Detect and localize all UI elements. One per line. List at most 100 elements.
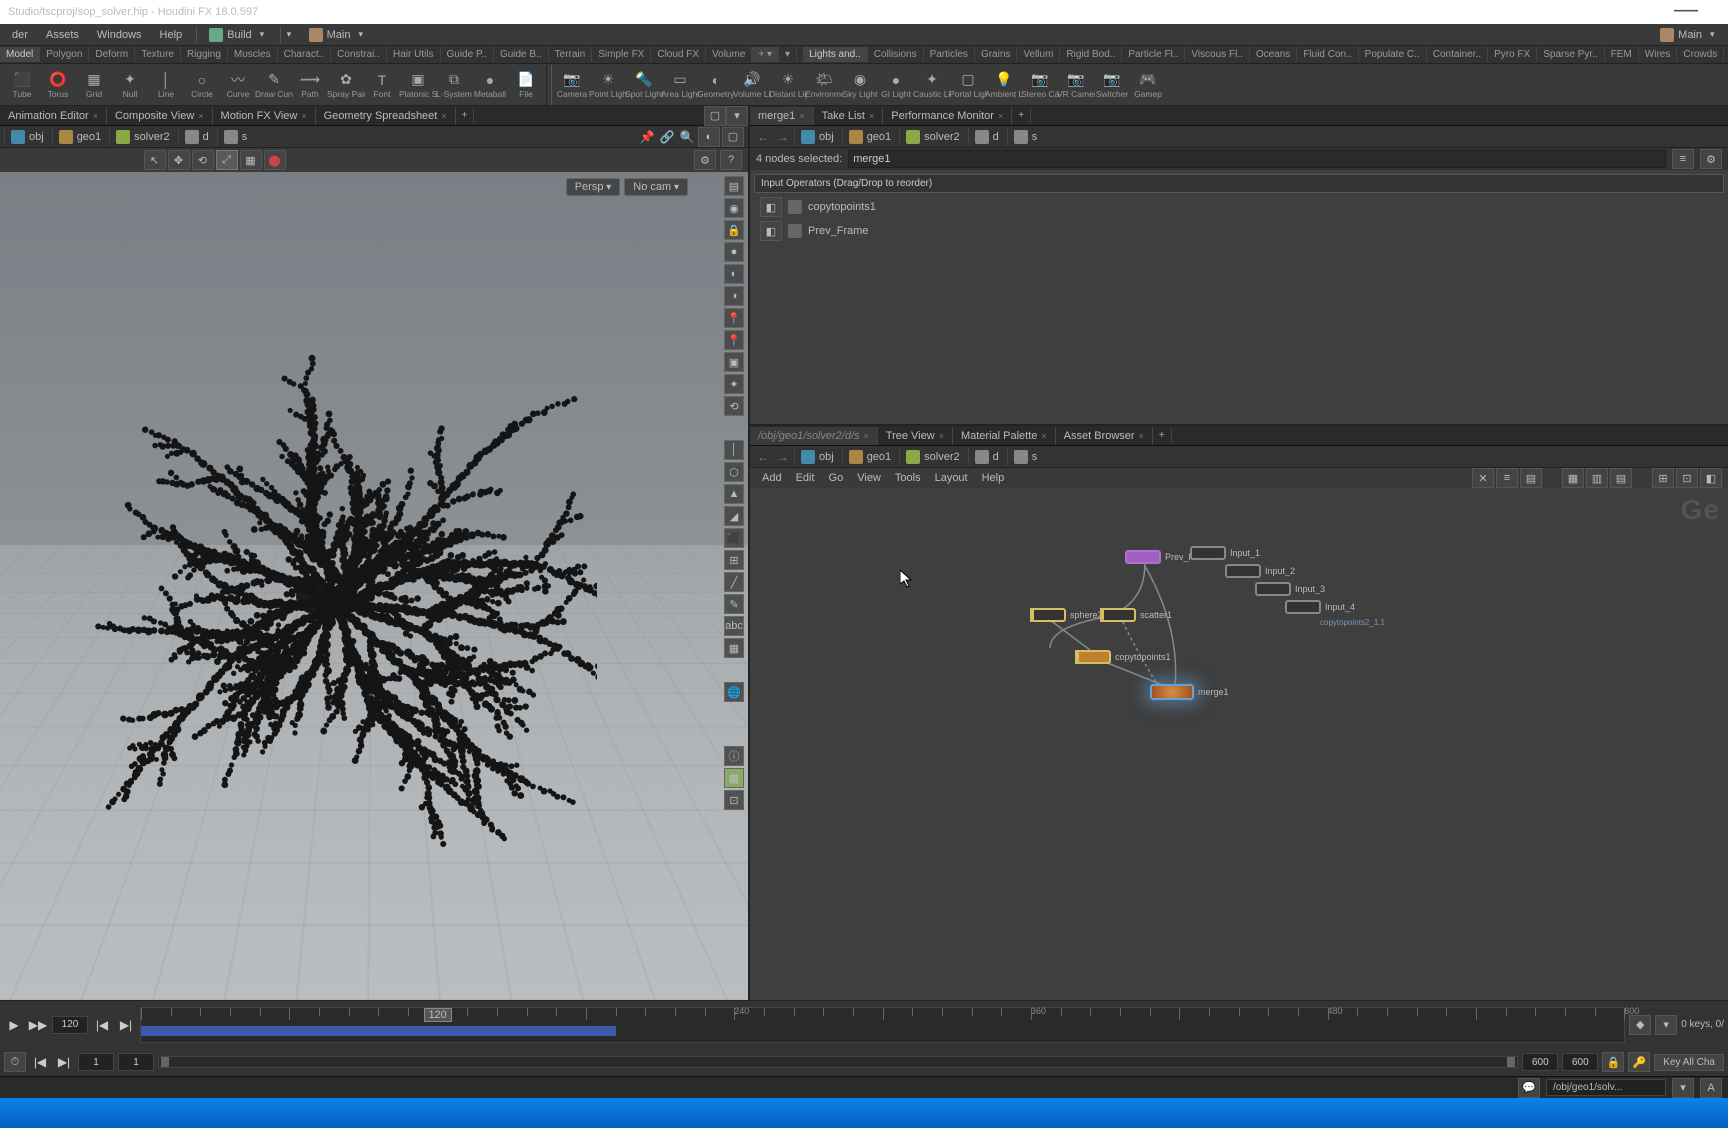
tool-portal-light[interactable]: ▢Portal Light [950,65,986,105]
auto-key-icon[interactable]: 🔑 [1628,1052,1650,1072]
shelf-tab-container[interactable]: Container.. [1427,47,1488,62]
range-prev-button[interactable]: |◀ [30,1052,50,1072]
path-geo1[interactable]: geo1 [842,128,897,146]
tool-spot-light[interactable]: 🔦Spot Light [626,65,662,105]
tab-perf-monitor[interactable]: Performance Monitor× [883,107,1012,125]
path-s[interactable]: s [1007,448,1044,466]
parm-opt-icon[interactable]: ≡ [1672,149,1694,169]
pane-max-button[interactable]: ▢ [704,106,726,126]
pane-menu-button[interactable]: ▾ [726,106,748,126]
vp-tool-25[interactable]: ⊡ [724,790,744,810]
tool-file[interactable]: 📄File [508,65,544,105]
tab-network-path[interactable]: /obj/geo1/solver2/d/s× [750,427,878,445]
net-menu-layout[interactable]: Layout [929,470,974,486]
tab-add-button[interactable]: + [1153,428,1172,443]
shelf-tab-vellum[interactable]: Vellum [1017,47,1060,62]
net-tool-5[interactable]: ▥ [1586,468,1608,488]
desktop-selector-main[interactable]: Main [303,28,357,42]
shelf-tab-hairutils[interactable]: Hair Utils [387,47,441,62]
nav-fwd-icon[interactable]: → [774,128,792,146]
tool-geometry-light[interactable]: ◐Geometry Light [698,65,734,105]
path-geo1[interactable]: geo1 [52,128,107,146]
shelf-tab-guidep[interactable]: Guide P.. [441,47,494,62]
tool-ambient-light[interactable]: 💡Ambient Light [986,65,1022,105]
toggle-icon[interactable]: ◧ [760,221,782,241]
parm-input-1[interactable]: ◧ copytopoints1 [754,195,1724,219]
vp-tool-4[interactable]: ● [724,242,744,262]
tab-merge1[interactable]: merge1× [750,107,814,125]
net-tool-4[interactable]: ▦ [1562,468,1584,488]
tool-torus[interactable]: ⭕Torus [40,65,76,105]
minimize-button[interactable]: — [1674,0,1698,24]
nav-back-icon[interactable]: ← [754,448,772,466]
shelf-tab-terrain[interactable]: Terrain [549,47,593,62]
node-scatter1[interactable]: scatter1 [1100,608,1172,622]
net-menu-tools[interactable]: Tools [889,470,927,486]
select-tool-icon[interactable]: ↖ [144,150,166,170]
tool-camera[interactable]: 📷Camera [554,65,590,105]
shelf-tab-muscles[interactable]: Muscles [228,47,278,62]
path-obj[interactable]: obj [4,128,50,146]
node-sphere2[interactable]: sphere2 [1030,608,1103,622]
tool-switcher[interactable]: 📷Switcher [1094,65,1130,105]
shelf-tab-constrai[interactable]: Constrai.. [331,47,387,62]
realtime-toggle[interactable]: ⏱ [4,1052,26,1072]
tool-line[interactable]: │Line [148,65,184,105]
node-input-3[interactable]: Input_3 [1255,582,1325,596]
node-name-field[interactable] [848,150,1666,168]
vp-tool-11[interactable]: ⟲ [724,396,744,416]
help-icon[interactable]: ? [720,150,742,170]
tab-geometry-spreadsheet[interactable]: Geometry Spreadsheet× [316,107,456,125]
lock-icon[interactable]: 🔒 [1602,1052,1624,1072]
camera-dropdown[interactable]: No cam ▾ [624,178,688,196]
playhead[interactable]: 120 [424,1008,452,1022]
range-handle-end[interactable] [1507,1057,1515,1067]
network-view[interactable]: Ge Prev_Frame Input_1 Input_2 [750,488,1728,1000]
tool-gamep[interactable]: 🎮Gamep [1130,65,1166,105]
tab-tree-view[interactable]: Tree View× [878,427,953,445]
tool-platonic-solids[interactable]: ▣Platonic Solids [400,65,436,105]
vp-tool-5[interactable]: ◐ [724,264,744,284]
vp-tool-3[interactable]: 🔒 [724,220,744,240]
tool-vr-camera[interactable]: 📷VR Camera [1058,65,1094,105]
parm-folder-inputs[interactable]: Input Operators (Drag/Drop to reorder) [754,174,1724,193]
shelf-tab-wires[interactable]: Wires [1639,47,1678,62]
range-start-field[interactable] [78,1053,114,1071]
net-tool-2[interactable]: ≡ [1496,468,1518,488]
net-tool-1[interactable]: ✕ [1472,468,1494,488]
node-input-2[interactable]: Input_2 [1225,564,1295,578]
shelf-tab-sparsepyr[interactable]: Sparse Pyr.. [1537,47,1604,62]
vp-tool-15[interactable]: ◢ [724,506,744,526]
shelf-tab-rigging[interactable]: Rigging [181,47,228,62]
play-fwd-button[interactable]: ▶▶ [28,1015,48,1035]
key-all-button[interactable]: Key All Cha [1654,1054,1724,1071]
chevron-down-icon[interactable]: ▾ [358,29,372,40]
windows-taskbar[interactable] [0,1098,1728,1128]
shelf-tab-simplefx[interactable]: Simple FX [592,47,651,62]
vp-tool-13[interactable]: ⬡ [724,462,744,482]
shelf-tab-fem[interactable]: FEM [1605,47,1639,62]
timeline-track[interactable]: 240360480600 120 [140,1007,1625,1043]
vp-tool-18[interactable]: ╱ [724,572,744,592]
tool-curve[interactable]: 〰Curve [220,65,256,105]
tool-environment-light[interactable]: 🌤Environment Light [806,65,842,105]
vp-tool-20[interactable]: abc [724,616,744,636]
menu-windows[interactable]: Windows [89,27,150,43]
range-global-end-field[interactable] [1562,1053,1598,1071]
node-copytopoints1[interactable]: copytopoints1 [1075,650,1171,664]
tool-grid[interactable]: ▦Grid [76,65,112,105]
shelf-tab-particles[interactable]: Particles [924,47,975,62]
path-s[interactable]: s [217,128,254,146]
shelf-tab-collisions[interactable]: Collisions [868,47,924,62]
toggle-icon[interactable]: ◧ [760,197,782,217]
chevron-down-icon[interactable]: ▾ [260,29,274,40]
status-auto-icon[interactable]: A [1700,1078,1722,1098]
scale-tool-icon[interactable]: ⤢ [216,150,238,170]
menu-assets[interactable]: Assets [38,27,87,43]
shelf-add-button[interactable]: + ▾ [752,47,779,62]
node-input-1[interactable]: Input_1 [1190,546,1260,560]
tool-caustic-light[interactable]: ✦Caustic Light [914,65,950,105]
vp-tool-24[interactable]: ▦ [724,768,744,788]
path-d[interactable]: d [968,448,1005,466]
shelf-tab-pyrofx[interactable]: Pyro FX [1488,47,1537,62]
